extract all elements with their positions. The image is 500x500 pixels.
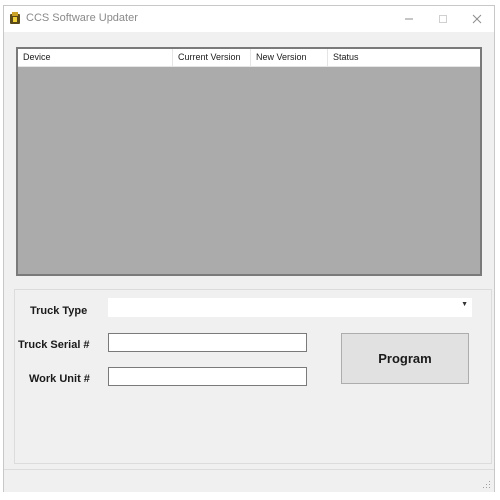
app-icon — [10, 12, 20, 24]
truck-type-label: Truck Type — [30, 305, 88, 317]
dropdown-arrow-icon[interactable]: ▼ — [461, 301, 468, 308]
column-header-device[interactable]: Device — [18, 49, 173, 66]
column-header-status[interactable]: Status — [328, 49, 388, 66]
minimize-button[interactable] — [392, 6, 426, 32]
truck-type-dropdown[interactable]: ▼ — [108, 298, 472, 317]
truck-serial-input[interactable] — [108, 333, 307, 352]
close-icon — [472, 14, 482, 24]
status-bar — [4, 469, 494, 492]
close-button[interactable] — [460, 6, 494, 32]
work-unit-label: Work Unit # — [29, 373, 90, 385]
column-header-new-version[interactable]: New Version — [251, 49, 328, 66]
minimize-icon — [405, 18, 413, 20]
maximize-icon — [439, 15, 447, 23]
program-button[interactable]: Program — [341, 333, 469, 384]
device-list[interactable]: Device Current Version New Version Statu… — [16, 47, 482, 276]
truck-serial-label: Truck Serial # — [18, 339, 90, 351]
title-bar[interactable]: CCS Software Updater — [4, 6, 494, 32]
column-header-current-version[interactable]: Current Version — [173, 49, 251, 66]
window-title: CCS Software Updater — [26, 12, 138, 24]
resize-grip-icon[interactable] — [481, 479, 491, 489]
app-window: CCS Software Updater Device Current Vers… — [3, 5, 495, 492]
maximize-button[interactable] — [426, 6, 460, 32]
work-unit-input[interactable] — [108, 367, 307, 386]
list-header: Device Current Version New Version Statu… — [18, 49, 480, 67]
